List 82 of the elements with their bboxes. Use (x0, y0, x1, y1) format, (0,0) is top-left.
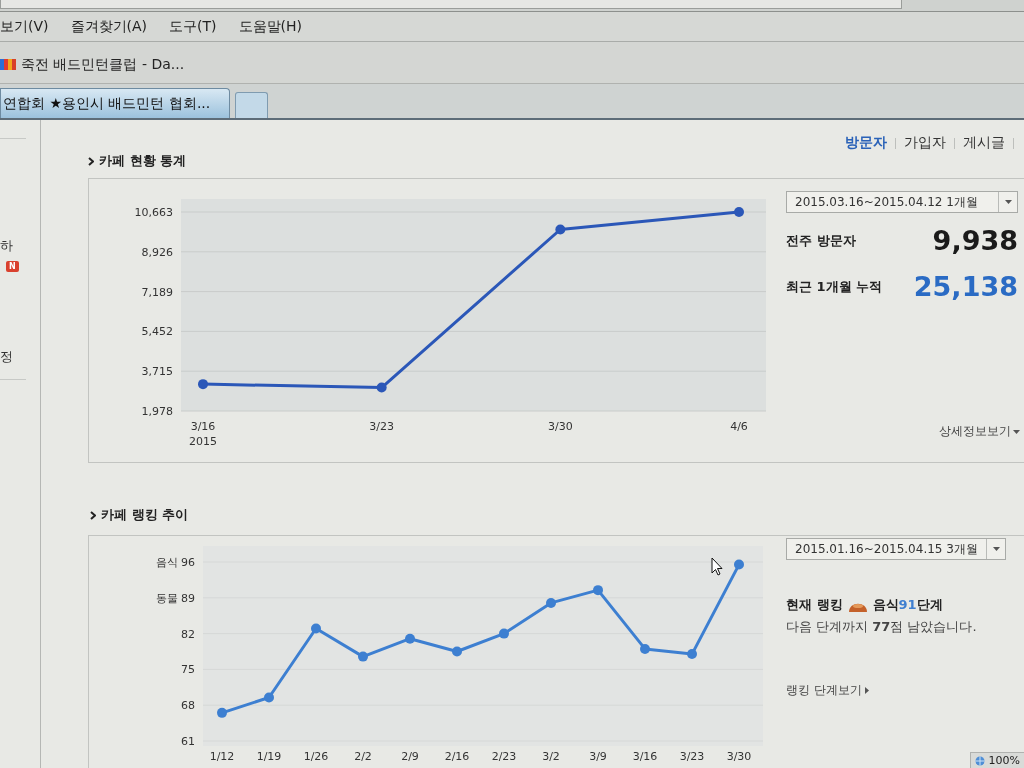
data-point (555, 224, 566, 235)
data-point (405, 633, 415, 644)
chevron-right-icon (88, 156, 94, 166)
x-axis-label: 2/16 (444, 750, 470, 763)
caret-right-icon (864, 687, 869, 694)
data-point (198, 379, 208, 390)
period-dropdown[interactable]: 2015.01.16~2015.04.15 3개월 (786, 538, 1006, 560)
x-axis-label: 1/26 (303, 750, 329, 763)
caret-down-icon (1004, 200, 1012, 204)
section-title: 카페 랭킹 추이 (101, 506, 189, 524)
x-axis-label: 3/2 (542, 750, 560, 763)
y-axis-label: 3,715 (141, 365, 173, 379)
browser-tab[interactable]: 연합회 ★용인시 배드민턴 협회... (0, 88, 230, 118)
metric-value: 9,938 (932, 225, 1018, 257)
chevron-right-icon (90, 510, 96, 520)
x-axis-year-label: 2015 (189, 435, 217, 448)
x-axis-label: 2/23 (491, 750, 517, 763)
y-axis-label: 5,452 (141, 325, 173, 339)
x-axis-label: 1/19 (256, 750, 282, 763)
x-axis-label: 4/6 (730, 420, 748, 433)
data-point (593, 585, 603, 596)
data-point (734, 207, 744, 217)
address-field[interactable] (0, 0, 902, 9)
stats-tab[interactable]: 게시글 (963, 134, 1005, 152)
metric-label: 전주 방문자 (786, 232, 856, 250)
data-point (264, 692, 274, 703)
data-point (358, 651, 368, 662)
data-point (687, 649, 697, 660)
favorite-link[interactable]: 죽전 배드민턴클럽 - Da... (0, 55, 185, 74)
metric-label: 최근 1개월 누적 (786, 278, 883, 296)
rank-note: 다음 단계까지 77점 남았습니다. (786, 618, 978, 636)
y-axis-label: 82 (181, 627, 195, 641)
sidebar-item[interactable]: 하 (0, 237, 13, 255)
mouse-pointer-icon (711, 557, 723, 576)
x-axis-label: 3/16 (632, 750, 658, 763)
menu-item[interactable]: 즐겨찾기(A) (70, 17, 148, 36)
y-axis-label: 동물 89 (155, 591, 195, 605)
x-axis-label: 3/23 (369, 420, 394, 433)
data-point (376, 382, 387, 393)
period-dropdown[interactable]: 2015.03.16~2015.04.12 1개월 (786, 191, 1018, 213)
data-point (499, 628, 509, 639)
metric-value: 25,138 (913, 271, 1018, 303)
new-badge: N (6, 261, 19, 272)
x-axis-label: 2/9 (401, 750, 419, 763)
x-axis-label: 3/9 (589, 750, 607, 763)
y-axis-label: 1,978 (141, 405, 173, 418)
rank-steps-link[interactable]: 랭킹 단계보기 (786, 682, 869, 699)
stats-tab[interactable]: 가입자 (904, 134, 946, 152)
data-point (734, 559, 744, 570)
x-axis-label: 2/2 (354, 750, 372, 763)
y-axis-label: 8,926 (141, 245, 173, 259)
y-axis-label: 음식 96 (155, 556, 195, 569)
data-point (452, 646, 462, 657)
zoom-level[interactable]: 100% (988, 754, 1020, 767)
detail-link[interactable]: 상세정보보기 (939, 423, 1020, 440)
menu-item[interactable]: 도구(T) (169, 17, 217, 36)
x-axis-label: 3/16 (190, 420, 216, 433)
globe-icon (974, 755, 985, 766)
x-axis-label: 3/23 (679, 750, 705, 763)
y-axis-label: 7,189 (141, 285, 173, 299)
y-axis-label: 68 (181, 699, 195, 713)
y-axis-label: 10,663 (134, 206, 173, 219)
stats-tab[interactable]: 방문자 (845, 134, 887, 152)
y-axis-label: 75 (181, 663, 195, 677)
menu-item[interactable]: 보기(V) (0, 17, 49, 36)
data-point (640, 643, 650, 654)
data-point (217, 707, 227, 718)
x-axis-label: 3/30 (726, 750, 752, 763)
x-axis-label: 1/12 (209, 750, 235, 763)
data-point (546, 597, 556, 608)
data-point (311, 623, 321, 634)
caret-down-icon (1013, 429, 1020, 434)
caret-down-icon (992, 547, 1000, 551)
x-axis-label: 3/30 (548, 420, 573, 433)
section-title: 카페 현황 통계 (99, 152, 187, 170)
y-axis-label: 61 (181, 735, 195, 748)
new-tab-button[interactable] (235, 92, 268, 118)
site-logo-icon (0, 59, 16, 70)
sidebar-item[interactable]: 정 (0, 348, 13, 366)
menu-item[interactable]: 도움말(H) (238, 17, 302, 36)
rank-value: 음식91단계 (872, 596, 943, 614)
rank-label: 현재 랭킹 (786, 596, 843, 614)
